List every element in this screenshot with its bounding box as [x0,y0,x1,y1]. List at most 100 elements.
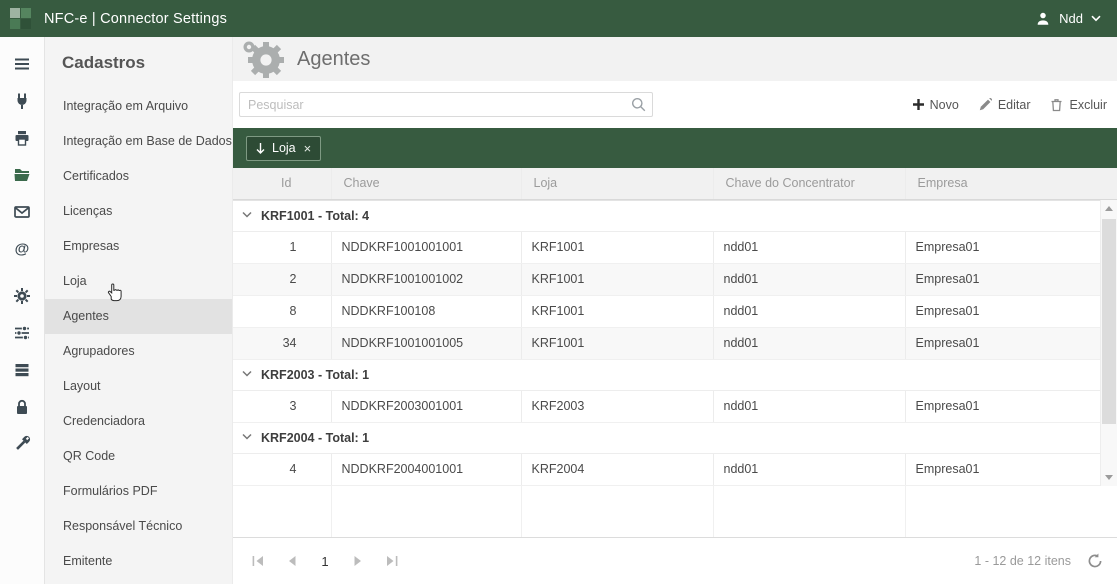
group-header-label: KRF1001 - Total: 4 [261,209,370,223]
row-expander-cell [233,327,269,360]
lock-icon[interactable] [0,388,45,425]
row-expander-cell [233,231,269,264]
column-header-id[interactable]: Id [269,168,331,200]
column-header-concentrator[interactable]: Chave do Concentrator [712,168,905,200]
at-sign-icon[interactable]: @ [0,230,45,267]
page-title: Agentes [297,47,371,70]
scrollbar-thumb[interactable] [1102,218,1116,424]
column-header-empresa[interactable]: Empresa [904,168,1117,200]
grid-toolbar: Novo Editar Excluir [233,81,1117,128]
search-input[interactable] [239,92,653,117]
sidebar-items: Integração em Arquivo Integração em Base … [45,89,232,579]
sidebar-item-licen-as[interactable]: Licenças [45,194,232,229]
plug-icon[interactable] [0,82,45,119]
row-expander-cell [233,390,269,423]
sidebar-item-formul-rios-pdf[interactable]: Formulários PDF [45,474,232,509]
row-expander-cell [233,453,269,486]
rows-icon[interactable] [0,351,45,388]
scroll-up-icon[interactable] [1101,200,1117,217]
scroll-down-icon[interactable] [1101,469,1117,486]
cell-loja: KRF1001 [520,263,713,296]
printer-icon[interactable] [0,119,45,156]
sidebar-item-loja[interactable]: Loja [45,264,232,299]
group-chip-loja[interactable]: Loja × [246,135,322,161]
cell-concentrator: ndd01 [712,390,905,423]
new-button[interactable]: Novo [912,98,959,112]
table-row[interactable]: 4 NDDKRF2004001001 KRF2004 ndd01 Empresa01 [233,453,1117,486]
sidebar-item-credenciadora[interactable]: Credenciadora [45,404,232,439]
sidebar-item-agentes[interactable]: Agentes [45,299,232,334]
refresh-icon[interactable] [1087,553,1103,569]
user-icon [1037,12,1049,25]
edit-button[interactable]: Editar [979,98,1030,112]
sliders-icon[interactable] [0,314,45,351]
sort-arrow-down-icon[interactable] [256,142,265,154]
table-row[interactable]: 34 NDDKRF1001001005 KRF1001 ndd01 Empresa01 [233,327,1117,360]
collapse-chevron-icon[interactable] [242,367,252,381]
sidebar-title: Cadastros [62,53,146,72]
cell-concentrator: ndd01 [712,295,905,328]
items-summary: 1 - 12 de 12 itens [974,554,1071,568]
table-row[interactable]: 1 NDDKRF1001001001 KRF1001 ndd01 Empresa01 [233,231,1117,264]
grid-empty-area [233,485,1117,537]
remove-group-icon[interactable]: × [304,141,312,156]
column-header-row: Id Chave Loja Chave do Concentrator Empr… [233,168,1117,200]
agents-emblem-icon [243,41,284,78]
column-header-loja[interactable]: Loja [520,168,713,200]
cell-empresa: Empresa01 [904,295,1117,328]
group-header-label: KRF2004 - Total: 1 [261,431,370,445]
first-page-button[interactable] [243,546,273,576]
column-header-chave[interactable]: Chave [330,168,521,200]
grouping-bar[interactable]: Loja × [233,128,1117,168]
cell-id: 34 [269,327,331,360]
table-row[interactable]: 8 NDDKRF100108 KRF1001 ndd01 Empresa01 [233,295,1117,328]
cell-chave: NDDKRF2004001001 [330,453,521,486]
sidebar-item-certificados[interactable]: Certificados [45,159,232,194]
gear-icon[interactable] [0,277,45,314]
group-header-row[interactable]: KRF2003 - Total: 1 [233,358,1117,391]
cell-loja: KRF1001 [520,295,713,328]
data-grid: Loja × Id Chave Loja Chave do Concentrat… [233,128,1117,584]
group-header-row[interactable]: KRF1001 - Total: 4 [233,199,1117,232]
sidebar-item-respons-vel-t-cnico[interactable]: Responsável Técnico [45,509,232,544]
sidebar-item-agrupadores[interactable]: Agrupadores [45,334,232,369]
search-icon[interactable] [631,97,646,112]
search-box [239,92,653,117]
user-name: Ndd [1059,11,1083,26]
last-page-button[interactable] [377,546,407,576]
sidebar-item-integra-o-em-arquivo[interactable]: Integração em Arquivo [45,89,232,124]
grid-viewport: KRF1001 - Total: 4 1 NDDKRF1001001001 KRF10… [233,199,1117,486]
sidebar-item-emitente[interactable]: Emitente [45,544,232,579]
delete-button[interactable]: Excluir [1050,98,1107,112]
folder-open-icon[interactable] [0,156,45,193]
cell-empresa: Empresa01 [904,263,1117,296]
sidebar-item-empresas[interactable]: Empresas [45,229,232,264]
page-header: Agentes [233,37,1117,81]
app-title: NFC-e | Connector Settings [44,10,228,27]
sidebar-item-layout[interactable]: Layout [45,369,232,404]
plus-icon [912,99,924,110]
vertical-scrollbar[interactable] [1100,199,1117,486]
envelope-icon[interactable] [0,193,45,230]
collapse-chevron-icon[interactable] [242,430,252,444]
table-row[interactable]: 2 NDDKRF1001001002 KRF1001 ndd01 Empresa01 [233,263,1117,296]
prev-page-button[interactable] [277,546,307,576]
next-page-button[interactable] [343,546,373,576]
menu-icon[interactable] [0,45,45,82]
cell-loja: KRF1001 [520,231,713,264]
table-row[interactable]: 3 NDDKRF2003001001 KRF2003 ndd01 Empresa01 [233,390,1117,423]
collapse-chevron-icon[interactable] [242,208,252,222]
user-menu[interactable]: Ndd [1035,11,1101,27]
cell-id: 1 [269,231,331,264]
grid-header-table: Id Chave Loja Chave do Concentrator Empr… [233,168,1117,200]
cell-loja: KRF1001 [520,327,713,360]
group-header-label: KRF2003 - Total: 1 [261,368,370,382]
group-header-row[interactable]: KRF2004 - Total: 1 [233,421,1117,454]
current-page[interactable]: 1 [311,554,339,569]
sidebar-item-integra-o-em-base-de-dados[interactable]: Integração em Base de Dados [45,124,232,159]
pager-info: 1 - 12 de 12 itens [974,553,1103,569]
wrench-icon[interactable] [0,425,45,462]
sidebar-item-qr-code[interactable]: QR Code [45,439,232,474]
cell-loja: KRF2004 [520,453,713,486]
group-chip-label: Loja [272,141,296,155]
